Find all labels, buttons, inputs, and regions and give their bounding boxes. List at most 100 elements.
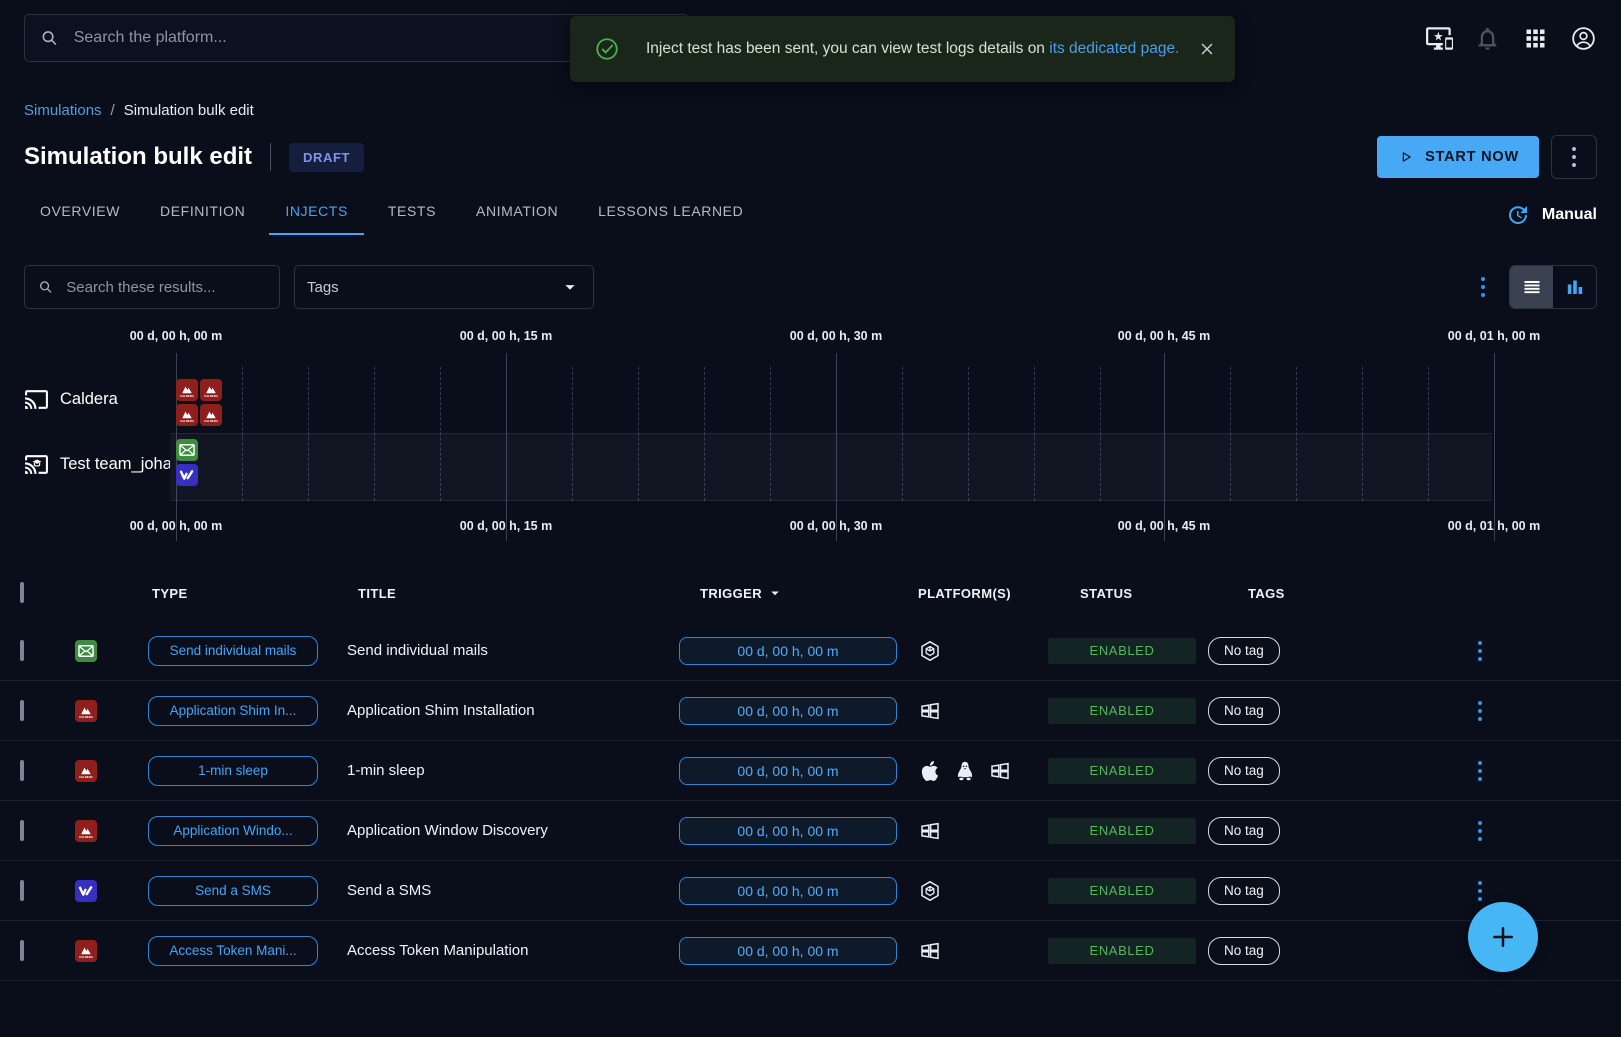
chart-view-button[interactable] <box>1553 266 1596 308</box>
tab-injects[interactable]: INJECTS <box>269 189 364 235</box>
table-row[interactable]: Application Shim In... Application Shim … <box>0 681 1621 741</box>
filter-kebab-menu[interactable] <box>1481 277 1485 297</box>
header-title[interactable]: TITLE <box>340 586 672 601</box>
mail-icon <box>75 640 97 662</box>
start-now-button[interactable]: START NOW <box>1377 136 1539 178</box>
tab-definition[interactable]: DEFINITION <box>144 189 261 235</box>
caldera-icon <box>176 379 198 401</box>
table-row[interactable]: Send a SMS Send a SMS 00 d, 00 h, 00 m E… <box>0 861 1621 921</box>
header-actions: START NOW <box>1377 135 1597 179</box>
row-kebab-menu[interactable] <box>1478 821 1496 841</box>
header-platforms[interactable]: PLATFORM(S) <box>910 586 1040 601</box>
tag-chip[interactable]: No tag <box>1208 817 1280 845</box>
trigger-chip[interactable]: 00 d, 00 h, 00 m <box>679 637 897 665</box>
tag-chip[interactable]: No tag <box>1208 697 1280 725</box>
list-view-button[interactable] <box>1510 266 1553 308</box>
toast-notification: Inject test has been sent, you can view … <box>570 16 1235 82</box>
inject-type-chip[interactable]: Send a SMS <box>148 876 318 906</box>
toast-message: Inject test has been sent, you can view … <box>646 40 1179 58</box>
axis-label-top: 00 d, 00 h, 45 m <box>1118 329 1210 343</box>
row-kebab-menu[interactable] <box>1478 701 1496 721</box>
status-chip: ENABLED <box>1048 698 1196 724</box>
table-row[interactable]: Access Token Mani... Access Token Manipu… <box>0 921 1621 981</box>
inject-type-chip[interactable]: Application Shim In... <box>148 696 318 726</box>
team-inject-cluster[interactable] <box>176 439 197 486</box>
trigger-chip[interactable]: 00 d, 00 h, 00 m <box>679 697 897 725</box>
add-inject-fab[interactable] <box>1468 902 1538 972</box>
tab-lessons-learned[interactable]: LESSONS LEARNED <box>582 189 759 235</box>
header-kebab-menu-button[interactable] <box>1551 135 1597 179</box>
header-status[interactable]: STATUS <box>1040 586 1200 601</box>
inject-type-chip[interactable]: Application Windo... <box>148 816 318 846</box>
axis-label-bottom: 00 d, 00 h, 15 m <box>460 519 552 533</box>
header-trigger[interactable]: TRIGGER <box>672 584 910 602</box>
inject-title: Application Shim Installation <box>340 702 672 719</box>
inject-title: Send individual mails <box>340 642 672 659</box>
platforms-cell <box>910 759 1040 783</box>
play-icon <box>1397 148 1415 166</box>
close-icon[interactable] <box>1197 39 1217 59</box>
tag-chip[interactable]: No tag <box>1208 877 1280 905</box>
table-row[interactable]: Application Windo... Application Window … <box>0 801 1621 861</box>
row-kebab-menu[interactable] <box>1478 881 1496 901</box>
timeline-row-name: Caldera <box>60 390 118 409</box>
kebab-dots-icon <box>1572 147 1576 167</box>
notifications-icon[interactable] <box>1474 25 1501 52</box>
inject-type-chip[interactable]: Access Token Mani... <box>148 936 318 966</box>
header-type[interactable]: TYPE <box>140 586 340 601</box>
table-row[interactable]: Send individual mails Send individual ma… <box>0 621 1621 681</box>
header-tags[interactable]: TAGS <box>1200 586 1440 601</box>
row-checkbox[interactable] <box>20 820 24 841</box>
important-devices-icon[interactable] <box>1426 25 1453 52</box>
trigger-chip[interactable]: 00 d, 00 h, 00 m <box>679 817 897 845</box>
caldera-inject-cluster[interactable] <box>176 379 221 426</box>
status-chip: ENABLED <box>1048 758 1196 784</box>
timeline-row-label-caldera: Caldera <box>24 387 170 412</box>
windows-icon <box>918 819 942 843</box>
update-clock-icon[interactable] <box>1506 203 1530 227</box>
row-kebab-menu[interactable] <box>1478 761 1496 781</box>
injects-timeline: 00 d, 00 h, 00 m 00 d, 00 h, 15 m 00 d, … <box>0 321 1621 547</box>
row-checkbox[interactable] <box>20 640 24 661</box>
timeline-band-team <box>170 433 1492 501</box>
table-row[interactable]: 1-min sleep 1-min sleep 00 d, 00 h, 00 m… <box>0 741 1621 801</box>
trigger-chip[interactable]: 00 d, 00 h, 00 m <box>679 877 897 905</box>
account-circle-icon[interactable] <box>1570 25 1597 52</box>
status-chip: ENABLED <box>1048 878 1196 904</box>
row-checkbox[interactable] <box>20 760 24 781</box>
toast-dedicated-page-link[interactable]: its dedicated page. <box>1049 40 1179 57</box>
tab-animation[interactable]: ANIMATION <box>460 189 574 235</box>
inject-title: 1-min sleep <box>340 762 672 779</box>
tag-chip[interactable]: No tag <box>1208 937 1280 965</box>
title-divider <box>270 143 271 171</box>
tag-chip[interactable]: No tag <box>1208 637 1280 665</box>
tabs: OVERVIEW DEFINITION INJECTS TESTS ANIMAT… <box>24 189 759 235</box>
trigger-chip[interactable]: 00 d, 00 h, 00 m <box>679 937 897 965</box>
row-checkbox[interactable] <box>20 940 24 961</box>
timeline-row-name: Test team_joha <box>60 455 170 474</box>
tag-chip[interactable]: No tag <box>1208 757 1280 785</box>
chevron-down-icon <box>559 276 581 298</box>
caldera-icon <box>75 760 97 782</box>
status-chip: ENABLED <box>1048 938 1196 964</box>
inject-type-icon-cell <box>75 940 140 962</box>
inject-type-chip[interactable]: 1-min sleep <box>148 756 318 786</box>
sort-caret-icon <box>766 584 784 602</box>
gridline-major <box>1494 353 1495 541</box>
tags-filter-select[interactable]: Tags <box>294 265 594 309</box>
select-all-checkbox[interactable] <box>20 582 24 603</box>
apps-grid-icon[interactable] <box>1522 25 1549 52</box>
row-kebab-menu[interactable] <box>1478 641 1496 661</box>
results-search[interactable] <box>24 265 280 309</box>
results-search-input[interactable] <box>64 278 267 297</box>
tab-overview[interactable]: OVERVIEW <box>24 189 136 235</box>
row-checkbox[interactable] <box>20 700 24 721</box>
trigger-chip[interactable]: 00 d, 00 h, 00 m <box>679 757 897 785</box>
inject-type-chip[interactable]: Send individual mails <box>148 636 318 666</box>
windows-icon <box>988 759 1012 783</box>
row-checkbox[interactable] <box>20 880 24 901</box>
axis-label-bottom: 00 d, 00 h, 45 m <box>1118 519 1210 533</box>
tab-tests[interactable]: TESTS <box>372 189 452 235</box>
inject-type-icon-cell <box>75 820 140 842</box>
breadcrumb-simulations-link[interactable]: Simulations <box>24 102 102 119</box>
